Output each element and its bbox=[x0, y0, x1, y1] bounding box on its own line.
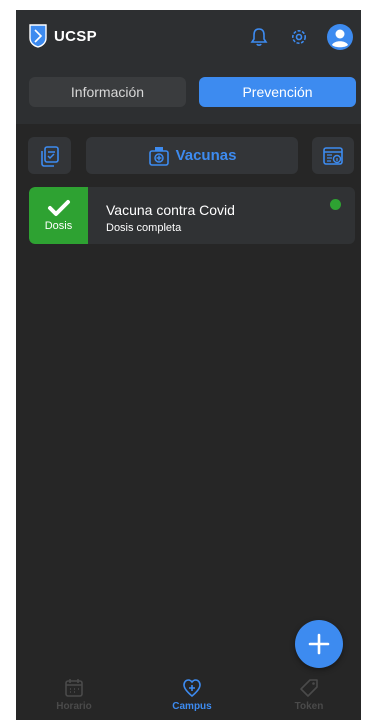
app-name: UCSP bbox=[54, 27, 97, 45]
app-screen: UCSP Información Prevención Vacunas Dosi… bbox=[16, 10, 361, 720]
dose-label: Dosis bbox=[44, 220, 73, 232]
vaccine-kit-icon bbox=[148, 146, 169, 166]
vaccine-card[interactable]: Dosis Vacuna contra Covid Dosis completa bbox=[29, 187, 355, 244]
nav-horario[interactable]: Horario bbox=[39, 678, 109, 712]
plus-icon bbox=[308, 633, 330, 655]
bell-icon[interactable] bbox=[246, 24, 272, 50]
nav-token-label: Token bbox=[294, 701, 324, 712]
ucsp-shield-icon bbox=[29, 24, 47, 48]
record-info-button[interactable] bbox=[312, 137, 354, 174]
vaccine-subtitle: Dosis completa bbox=[106, 222, 182, 234]
tab-informacion[interactable]: Información bbox=[29, 77, 186, 107]
check-icon bbox=[47, 200, 70, 216]
nav-horario-label: Horario bbox=[56, 701, 92, 712]
add-button[interactable] bbox=[295, 620, 343, 668]
tab-prevencion[interactable]: Prevención bbox=[199, 77, 356, 107]
vacunas-label: Vacunas bbox=[175, 147, 237, 164]
vacunas-button[interactable]: Vacunas bbox=[86, 137, 298, 174]
tag-icon bbox=[300, 679, 318, 697]
top-header: UCSP Información Prevención bbox=[16, 10, 361, 124]
checklist-icon bbox=[40, 145, 59, 167]
checklist-button[interactable] bbox=[28, 137, 71, 174]
app-logo: UCSP bbox=[28, 24, 97, 48]
vaccine-title: Vacuna contra Covid bbox=[106, 202, 235, 218]
gear-icon[interactable] bbox=[286, 24, 312, 50]
calendar-icon bbox=[65, 679, 83, 697]
bottom-nav: Horario Campus Token bbox=[16, 678, 361, 720]
status-dot bbox=[330, 199, 341, 210]
nav-campus-label: Campus bbox=[172, 701, 212, 712]
record-info-icon bbox=[323, 146, 343, 165]
heart-shield-icon bbox=[183, 679, 201, 698]
user-avatar-icon[interactable] bbox=[327, 24, 353, 50]
dose-badge: Dosis bbox=[29, 187, 88, 244]
nav-token[interactable]: Token bbox=[274, 678, 344, 712]
nav-campus[interactable]: Campus bbox=[157, 678, 227, 712]
